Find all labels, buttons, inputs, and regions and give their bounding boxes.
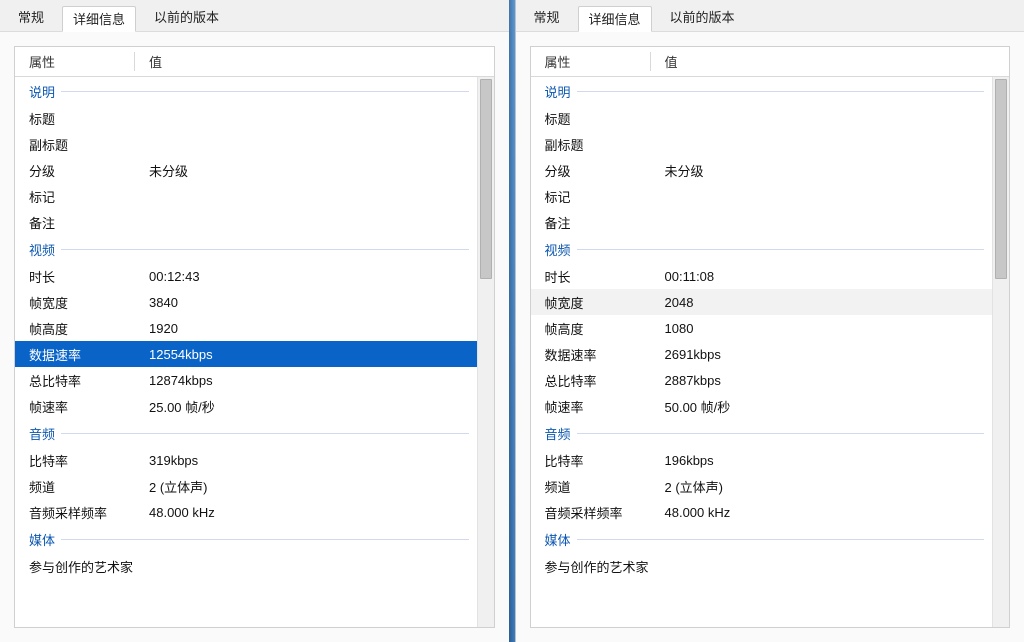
column-value[interactable]: 值 — [135, 52, 494, 71]
row-bitrate[interactable]: 比特率196kbps — [531, 447, 993, 473]
row-total-bitrate[interactable]: 总比特率2887kbps — [531, 367, 993, 393]
row-sample-rate[interactable]: 音频采样频率48.000 kHz — [15, 499, 477, 525]
row-length[interactable]: 时长00:12:43 — [15, 263, 477, 289]
vertical-scrollbar[interactable] — [992, 77, 1009, 627]
vertical-scrollbar[interactable] — [477, 77, 494, 627]
tab-general[interactable]: 常规 — [524, 5, 570, 31]
row-frame-rate[interactable]: 帧速率50.00 帧/秒 — [531, 393, 993, 419]
row-tag[interactable]: 标记 — [531, 183, 993, 209]
row-total-bitrate[interactable]: 总比特率12874kbps — [15, 367, 477, 393]
section-divider — [61, 249, 468, 250]
row-length[interactable]: 时长00:11:08 — [531, 263, 993, 289]
row-tag[interactable]: 标记 — [15, 183, 477, 209]
row-bitrate[interactable]: 比特率319kbps — [15, 447, 477, 473]
row-frame-rate[interactable]: 帧速率25.00 帧/秒 — [15, 393, 477, 419]
section-audio: 音频 — [15, 419, 477, 447]
details-frame: 属性 值 说明 标题 副标题 分级未分级 标记 备注 — [14, 46, 495, 628]
row-subtitle[interactable]: 副标题 — [15, 131, 477, 157]
section-divider — [61, 433, 468, 434]
section-divider — [577, 91, 984, 92]
section-divider — [577, 539, 984, 540]
row-title[interactable]: 标题 — [531, 105, 993, 131]
row-frame-height[interactable]: 帧高度1080 — [531, 315, 993, 341]
section-video: 视频 — [531, 235, 993, 263]
row-note[interactable]: 备注 — [15, 209, 477, 235]
row-frame-width[interactable]: 帧宽度3840 — [15, 289, 477, 315]
section-divider — [577, 249, 984, 250]
row-artists[interactable]: 参与创作的艺术家 — [531, 553, 993, 579]
row-note[interactable]: 备注 — [531, 209, 993, 235]
section-divider — [61, 539, 468, 540]
section-description: 说明 — [15, 77, 477, 105]
column-value[interactable]: 值 — [651, 52, 1010, 71]
row-frame-width[interactable]: 帧宽度2048 — [531, 289, 993, 315]
row-channels[interactable]: 频道2 (立体声) — [531, 473, 993, 499]
tab-details[interactable]: 详细信息 — [62, 6, 136, 32]
row-sample-rate[interactable]: 音频采样频率48.000 kHz — [531, 499, 993, 525]
tabs-bar: 常规 详细信息 以前的版本 — [516, 0, 1024, 32]
properties-panel-right: 常规 详细信息 以前的版本 属性 值 说明 标题 副标题 — [515, 0, 1024, 642]
tab-previous-versions[interactable]: 以前的版本 — [144, 5, 229, 31]
section-audio: 音频 — [531, 419, 993, 447]
column-attribute[interactable]: 属性 — [15, 52, 135, 71]
section-media: 媒体 — [15, 525, 477, 553]
row-rating[interactable]: 分级未分级 — [531, 157, 993, 183]
row-channels[interactable]: 频道2 (立体声) — [15, 473, 477, 499]
section-media: 媒体 — [531, 525, 993, 553]
section-divider — [61, 91, 468, 92]
row-title[interactable]: 标题 — [15, 105, 477, 131]
row-subtitle[interactable]: 副标题 — [531, 131, 993, 157]
columns-header[interactable]: 属性 值 — [531, 47, 1010, 77]
scrollbar-thumb[interactable] — [995, 79, 1007, 279]
tab-general[interactable]: 常规 — [8, 5, 54, 31]
scrollbar-thumb[interactable] — [480, 79, 492, 279]
tabs-bar: 常规 详细信息 以前的版本 — [0, 0, 509, 32]
details-list[interactable]: 说明 标题 副标题 分级未分级 标记 备注 视频 时长00:11:08 — [531, 77, 993, 627]
columns-header[interactable]: 属性 值 — [15, 47, 494, 77]
row-data-rate[interactable]: 数据速率12554kbps — [15, 341, 477, 367]
row-frame-height[interactable]: 帧高度1920 — [15, 315, 477, 341]
row-rating[interactable]: 分级未分级 — [15, 157, 477, 183]
details-frame: 属性 值 说明 标题 副标题 分级未分级 标记 备注 — [530, 46, 1011, 628]
section-video: 视频 — [15, 235, 477, 263]
section-description: 说明 — [531, 77, 993, 105]
column-attribute[interactable]: 属性 — [531, 52, 651, 71]
tab-previous-versions[interactable]: 以前的版本 — [660, 5, 745, 31]
tab-details[interactable]: 详细信息 — [578, 6, 652, 32]
row-artists[interactable]: 参与创作的艺术家 — [15, 553, 477, 579]
properties-panel-left: 常规 详细信息 以前的版本 属性 值 说明 标题 副标题 — [0, 0, 509, 642]
section-divider — [577, 433, 984, 434]
row-data-rate[interactable]: 数据速率2691kbps — [531, 341, 993, 367]
details-list[interactable]: 说明 标题 副标题 分级未分级 标记 备注 视频 时长00:12:43 — [15, 77, 477, 627]
